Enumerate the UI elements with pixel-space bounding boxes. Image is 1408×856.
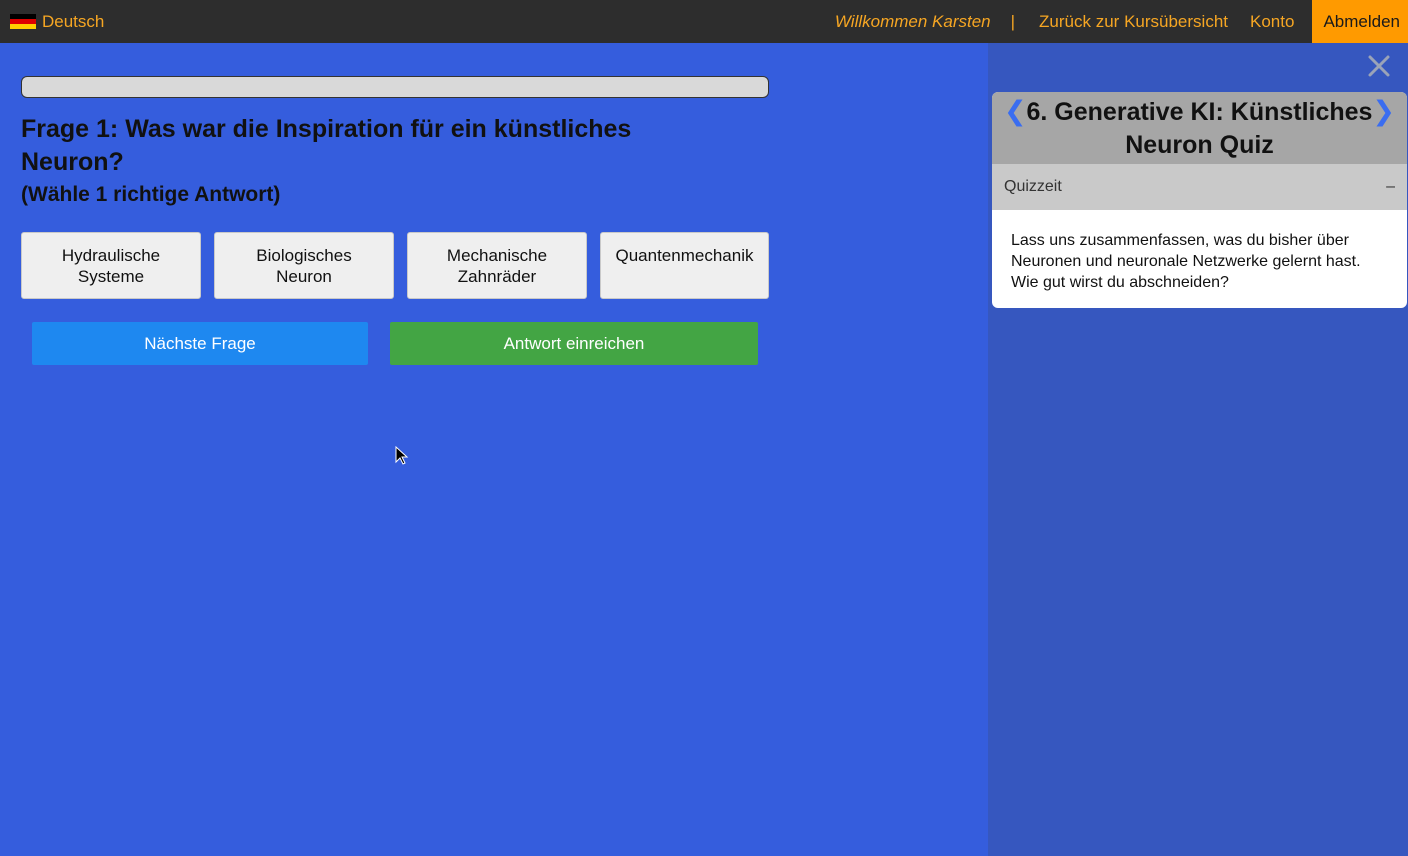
- section-title: Quizzeit: [1004, 178, 1062, 195]
- language-label: Deutsch: [42, 11, 105, 31]
- section-description: Lass uns zusammenfassen, was du bisher ü…: [1011, 232, 1361, 291]
- answer-label-line1: Hydraulische: [61, 246, 161, 265]
- quiz-progress-bar: [21, 76, 769, 98]
- chevron-right-icon[interactable]: ❯: [1372, 96, 1395, 127]
- lesson-title: 6. Generative KI: Künstliches Neuron Qui…: [1026, 98, 1373, 159]
- answer-label-line1: Biologisches: [256, 246, 352, 265]
- answer-label-line2: Systeme: [77, 267, 145, 286]
- answer-label-line2: Neuron: [276, 267, 332, 286]
- answer-label-line1: Quantenmechanik: [615, 246, 754, 265]
- quiz-area: Frage 1: Was war die Inspiration für ein…: [0, 43, 988, 856]
- question-text: Frage 1: Was war die Inspiration für ein…: [21, 115, 632, 176]
- answer-option-quantum[interactable]: Quantenmechanik: [600, 232, 769, 299]
- answer-label-line1: Mechanische: [446, 246, 548, 265]
- mouse-cursor-icon: [395, 446, 409, 465]
- top-bar: Deutsch Willkommen Karsten | Zurück zur …: [0, 0, 1408, 43]
- answer-option-biological[interactable]: Biologisches Neuron: [214, 232, 394, 299]
- top-nav: Willkommen Karsten | Zurück zur Kursüber…: [835, 0, 1408, 43]
- side-panel: ❮ 6. Generative KI: Künstliches Neuron Q…: [988, 43, 1408, 856]
- welcome-text: Willkommen Karsten: [834, 11, 991, 31]
- back-to-courses-link[interactable]: Zurück zur Kursübersicht: [1039, 12, 1228, 32]
- lesson-card-header: ❮ 6. Generative KI: Künstliches Neuron Q…: [992, 92, 1407, 164]
- answer-options: Hydraulische Systeme Biologisches Neuron…: [21, 232, 769, 299]
- collapse-icon[interactable]: –: [1386, 164, 1395, 210]
- lesson-card: ❮ 6. Generative KI: Künstliches Neuron Q…: [992, 92, 1407, 308]
- next-question-button[interactable]: Nächste Frage: [32, 322, 368, 365]
- section-header[interactable]: Quizzeit –: [992, 164, 1407, 210]
- submit-answer-button[interactable]: Antwort einreichen: [390, 322, 758, 365]
- answer-hint: (Wähle 1 richtige Antwort): [21, 183, 281, 206]
- language-selector[interactable]: Deutsch: [10, 0, 104, 43]
- account-link[interactable]: Konto: [1250, 12, 1294, 32]
- answer-option-hydraulic[interactable]: Hydraulische Systeme: [21, 232, 201, 299]
- answer-label-line2: Zahnräder: [457, 267, 537, 286]
- answer-option-mechanical[interactable]: Mechanische Zahnräder: [407, 232, 587, 299]
- nav-separator: |: [1010, 11, 1016, 31]
- logout-button[interactable]: Abmelden: [1312, 0, 1408, 43]
- german-flag-icon: [10, 13, 36, 30]
- close-icon[interactable]: [1364, 51, 1394, 81]
